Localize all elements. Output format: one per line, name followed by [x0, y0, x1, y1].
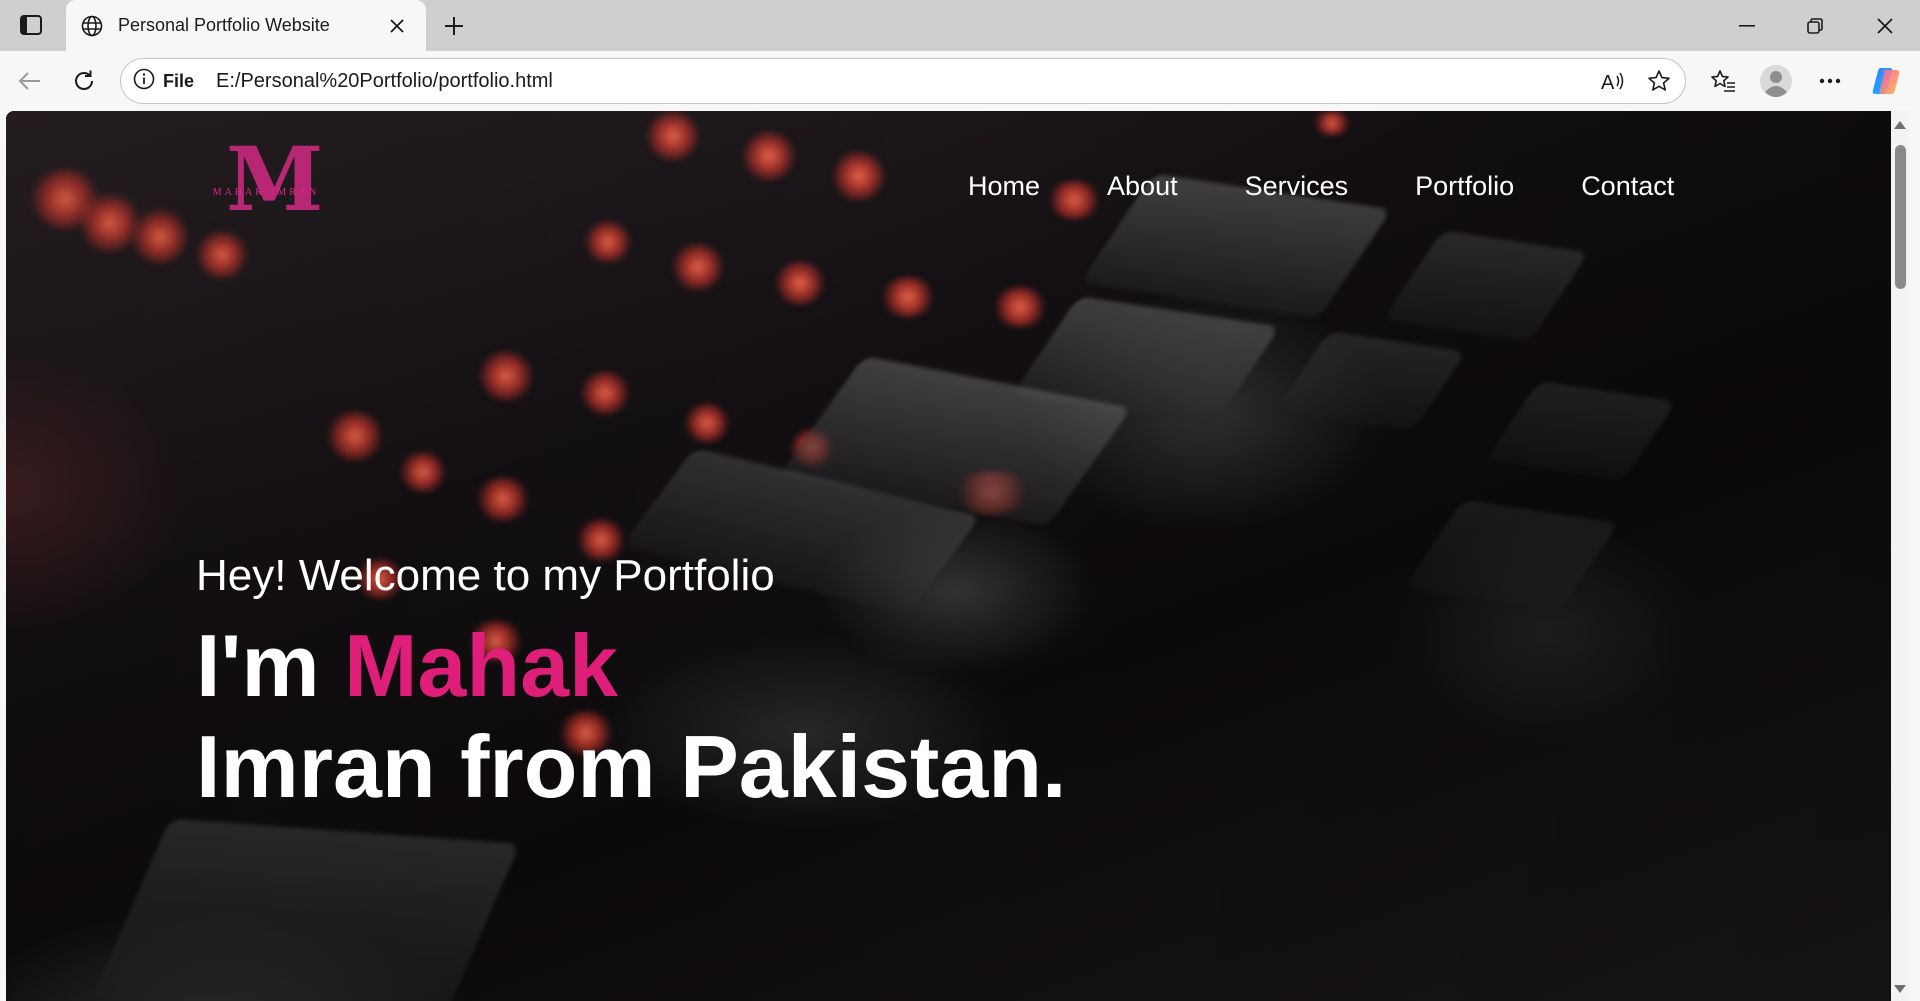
page-viewport: M MAHAK IMRAN Home About Services Portfo…: [6, 111, 1891, 1001]
hero-line-2: Imran from Pakistan.: [196, 717, 1067, 816]
nav-link-services[interactable]: Services: [1245, 171, 1349, 202]
svg-text:A: A: [1601, 72, 1615, 92]
site-info-label: File: [163, 70, 195, 91]
tab-title: Personal Portfolio Website: [118, 15, 330, 35]
address-bar[interactable]: File E:/Personal%20Portfolio/portfolio.h…: [120, 58, 1686, 104]
refresh-icon[interactable]: [64, 61, 104, 101]
minimize-icon[interactable]: [1716, 0, 1778, 51]
scroll-down-icon[interactable]: [1894, 985, 1906, 993]
more-icon[interactable]: [1810, 61, 1850, 101]
favorites-icon[interactable]: [1703, 61, 1743, 101]
nav-link-contact[interactable]: Contact: [1581, 171, 1674, 202]
active-tab[interactable]: Personal Portfolio Website: [66, 0, 426, 51]
globe-icon: [80, 14, 104, 38]
nav-link-portfolio[interactable]: Portfolio: [1415, 171, 1514, 202]
plus-icon[interactable]: [436, 8, 472, 44]
logo-monogram: M: [226, 127, 324, 231]
logo-name: MAHAK IMRAN: [212, 187, 320, 198]
copilot-icon[interactable]: [1866, 61, 1906, 101]
tab-actions-icon[interactable]: [14, 10, 48, 40]
close-icon[interactable]: [382, 11, 412, 41]
hero-greeting: Hey! Welcome to my Portfolio: [196, 551, 775, 600]
hero-prefix: I'm: [196, 616, 345, 715]
scroll-up-icon[interactable]: [1894, 121, 1906, 129]
hero-headline: I'm Mahak Imran from Pakistan.: [196, 615, 1067, 817]
info-icon: [133, 68, 155, 94]
site-logo[interactable]: M MAHAK IMRAN: [206, 135, 326, 227]
hero-text: Hey! Welcome to my Portfolio I'm Mahak I…: [196, 551, 1067, 817]
hero-name: Mahak: [344, 616, 618, 715]
page-scrollbar[interactable]: [1891, 111, 1909, 1001]
restore-icon[interactable]: [1784, 0, 1846, 51]
site-navigation: Home About Services Portfolio Contact: [968, 171, 1674, 202]
star-icon[interactable]: [1639, 61, 1679, 101]
url-text[interactable]: E:/Personal%20Portfolio/portfolio.html: [216, 70, 1593, 93]
scrollbar-thumb[interactable]: [1895, 145, 1906, 289]
close-window-icon[interactable]: [1854, 0, 1916, 51]
nav-link-home[interactable]: Home: [968, 171, 1040, 202]
browser-toolbar: File E:/Personal%20Portfolio/portfolio.h…: [0, 51, 1920, 110]
read-aloud-icon[interactable]: A: [1593, 61, 1633, 101]
tab-bar: Personal Portfolio Website: [0, 0, 1920, 51]
nav-link-about[interactable]: About: [1107, 171, 1178, 202]
site-info-button[interactable]: File: [133, 65, 204, 97]
back-arrow-icon[interactable]: [10, 61, 50, 101]
profile-icon[interactable]: [1756, 61, 1796, 101]
